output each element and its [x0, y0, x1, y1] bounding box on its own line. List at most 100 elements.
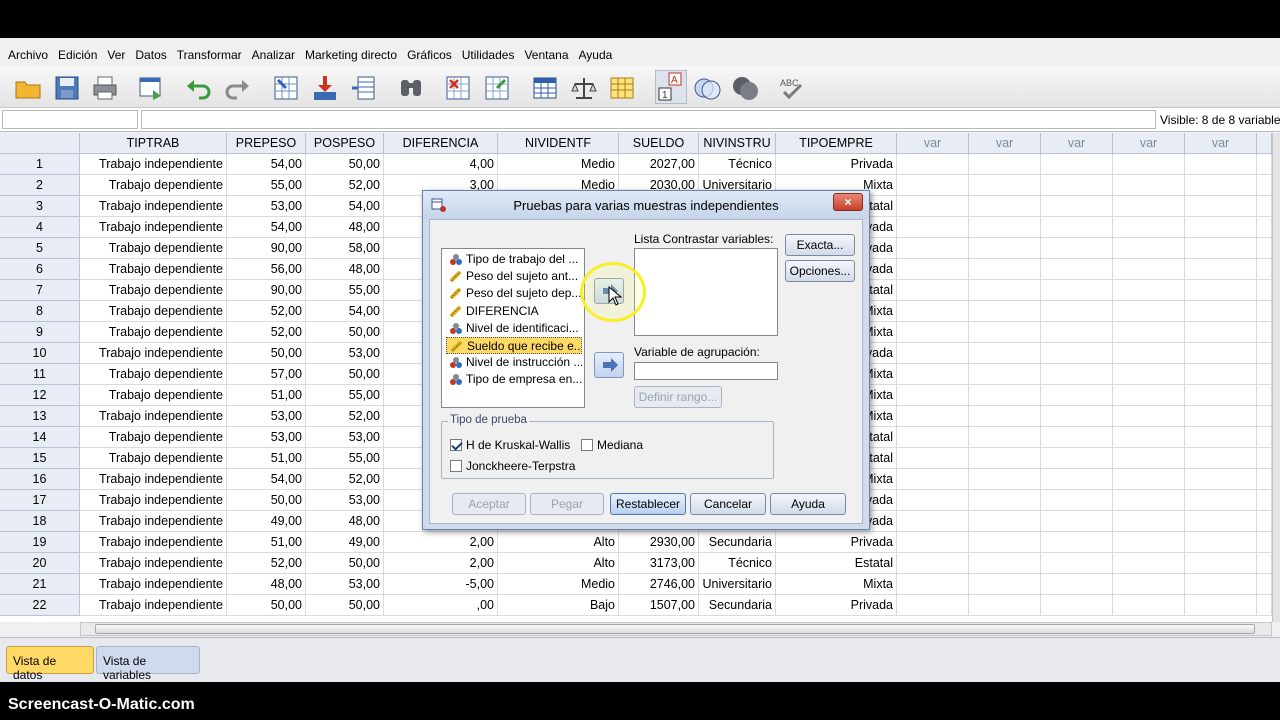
source-variable-list[interactable]: Tipo de trabajo del ... Peso del sujeto a…	[441, 248, 585, 408]
table-cell-pospeso[interactable]: 55,00	[306, 280, 384, 301]
table-cell-prepeso[interactable]: 50,00	[227, 343, 306, 364]
table-cell-prepeso[interactable]: 53,00	[227, 406, 306, 427]
empty-cell[interactable]	[897, 217, 969, 238]
save-icon[interactable]	[53, 74, 81, 102]
table-cell-nivinstru[interactable]: Técnico	[699, 154, 776, 175]
empty-cell[interactable]	[1185, 490, 1257, 511]
menu-transformar[interactable]: Transformar	[173, 48, 246, 62]
empty-cell[interactable]	[969, 196, 1041, 217]
table-cell-tiptrab[interactable]: Trabajo dependiente	[80, 448, 227, 469]
empty-cell[interactable]	[969, 532, 1041, 553]
column-header[interactable]: NIVINSTRU	[699, 133, 776, 154]
table-cell-dif[interactable]: 2,00	[384, 553, 498, 574]
empty-cell[interactable]	[1257, 301, 1272, 322]
empty-cell[interactable]	[1113, 175, 1185, 196]
table-cell-tiptrab[interactable]: Trabajo independiente	[80, 511, 227, 532]
table-cell-tiptrab[interactable]: Trabajo independiente	[80, 595, 227, 616]
table-cell-tiptrab[interactable]: Trabajo dependiente	[80, 427, 227, 448]
table-cell-dif[interactable]: 2,00	[384, 532, 498, 553]
empty-cell[interactable]	[969, 385, 1041, 406]
table-cell-tipoempre[interactable]: Estatal	[776, 553, 897, 574]
empty-cell[interactable]	[1185, 217, 1257, 238]
table-cell-tiptrab[interactable]: Trabajo dependiente	[80, 385, 227, 406]
table-cell-sueldo[interactable]: 2930,00	[619, 532, 699, 553]
table-cell-tiptrab[interactable]: Trabajo dependiente	[80, 301, 227, 322]
table-cell-pospeso[interactable]: 50,00	[306, 553, 384, 574]
empty-cell[interactable]	[1257, 385, 1272, 406]
paste-button[interactable]: Pegar	[530, 493, 604, 515]
table-cell-pospeso[interactable]: 48,00	[306, 259, 384, 280]
cell-value-field[interactable]	[141, 110, 1156, 129]
empty-cell[interactable]	[1113, 364, 1185, 385]
table-cell-prepeso[interactable]: 52,00	[227, 322, 306, 343]
empty-cell[interactable]	[969, 427, 1041, 448]
column-header[interactable]: DIFERENCIA	[384, 133, 498, 154]
row-number[interactable]: 1	[0, 154, 80, 175]
empty-cell[interactable]	[897, 448, 969, 469]
empty-cell[interactable]	[1185, 259, 1257, 280]
tab-data-view[interactable]: Vista de datos	[6, 646, 94, 682]
table-cell-pospeso[interactable]: 50,00	[306, 364, 384, 385]
table-cell-sueldo[interactable]: 2027,00	[619, 154, 699, 175]
empty-cell[interactable]	[1257, 343, 1272, 364]
column-header[interactable]: var	[1113, 133, 1185, 154]
row-number[interactable]: 11	[0, 364, 80, 385]
empty-cell[interactable]	[897, 322, 969, 343]
table-cell-pospeso[interactable]: 53,00	[306, 490, 384, 511]
table-cell-pospeso[interactable]: 52,00	[306, 469, 384, 490]
insert-cases-icon[interactable]	[444, 74, 472, 102]
help-button[interactable]: Ayuda	[770, 493, 846, 515]
empty-cell[interactable]	[897, 469, 969, 490]
empty-cell[interactable]	[1257, 448, 1272, 469]
empty-cell[interactable]	[1185, 427, 1257, 448]
vertical-scrollbar[interactable]	[1272, 133, 1280, 622]
empty-cell[interactable]	[897, 280, 969, 301]
menu-utilidades[interactable]: Utilidades	[458, 48, 519, 62]
dialog-recall-icon[interactable]	[137, 74, 165, 102]
empty-cell[interactable]	[897, 175, 969, 196]
table-cell-tiptrab[interactable]: Trabajo independiente	[80, 532, 227, 553]
table-cell-prepeso[interactable]: 90,00	[227, 280, 306, 301]
table-cell-pospeso[interactable]: 50,00	[306, 322, 384, 343]
column-header[interactable]: var	[1041, 133, 1113, 154]
row-number[interactable]: 15	[0, 448, 80, 469]
empty-cell[interactable]	[897, 532, 969, 553]
column-header[interactable]: PREPESO	[227, 133, 306, 154]
empty-cell[interactable]	[1257, 175, 1272, 196]
empty-cell[interactable]	[1041, 469, 1113, 490]
table-cell-pospeso[interactable]: 49,00	[306, 532, 384, 553]
menu-analizar[interactable]: Analizar	[248, 48, 299, 62]
table-cell-tiptrab[interactable]: Trabajo dependiente	[80, 364, 227, 385]
value-labels-icon[interactable]: A1	[655, 70, 687, 104]
exact-button[interactable]: Exacta...	[785, 234, 855, 256]
table-cell-prepeso[interactable]: 51,00	[227, 385, 306, 406]
table-cell-nividentf[interactable]: Alto	[498, 532, 619, 553]
variable-list-item[interactable]: Nivel de instrucción ...	[446, 354, 582, 371]
table-cell-prepeso[interactable]: 57,00	[227, 364, 306, 385]
menu-edicion[interactable]: Edición	[54, 48, 101, 62]
empty-cell[interactable]	[897, 595, 969, 616]
table-cell-tiptrab[interactable]: Trabajo dependiente	[80, 175, 227, 196]
empty-cell[interactable]	[969, 511, 1041, 532]
column-header[interactable]: var	[897, 133, 969, 154]
table-cell-nivinstru[interactable]: Técnico	[699, 553, 776, 574]
empty-cell[interactable]	[1041, 490, 1113, 511]
empty-cell[interactable]	[1185, 154, 1257, 175]
row-number[interactable]: 2	[0, 175, 80, 196]
empty-cell[interactable]	[1257, 154, 1272, 175]
row-number[interactable]: 4	[0, 217, 80, 238]
table-cell-prepeso[interactable]: 52,00	[227, 553, 306, 574]
table-cell-pospeso[interactable]: 52,00	[306, 406, 384, 427]
empty-cell[interactable]	[969, 154, 1041, 175]
row-number[interactable]: 21	[0, 574, 80, 595]
empty-cell[interactable]	[1185, 532, 1257, 553]
table-cell-tiptrab[interactable]: Trabajo independiente	[80, 469, 227, 490]
table-cell-tiptrab[interactable]: Trabajo independiente	[80, 217, 227, 238]
empty-cell[interactable]	[969, 406, 1041, 427]
empty-cell[interactable]	[1185, 175, 1257, 196]
empty-cell[interactable]	[1113, 385, 1185, 406]
menu-graficos[interactable]: Gráficos	[403, 48, 456, 62]
table-cell-prepeso[interactable]: 50,00	[227, 490, 306, 511]
column-header[interactable]: var	[1185, 133, 1257, 154]
spell-check-icon[interactable]: ABC	[778, 74, 806, 102]
